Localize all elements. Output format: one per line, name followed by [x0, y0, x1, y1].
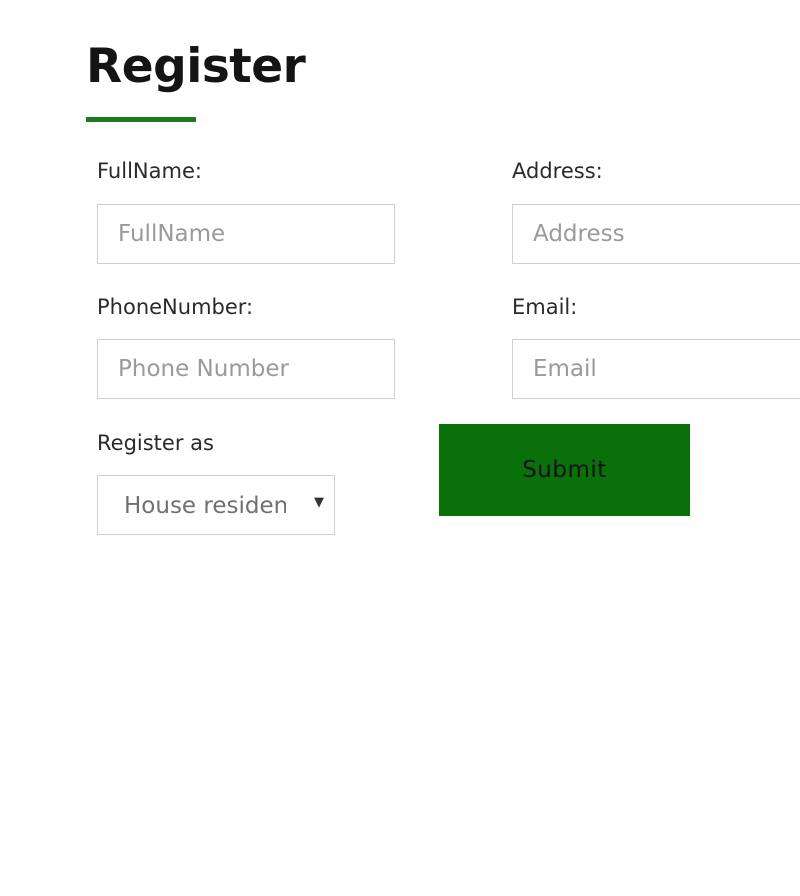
page-title: Register [86, 39, 306, 94]
register-as-selected-value: House resident [124, 493, 286, 519]
register-as-select[interactable]: House resident ▼ [97, 475, 335, 535]
submit-button[interactable]: Submit [439, 424, 690, 516]
fullname-input[interactable] [97, 204, 395, 264]
phone-number-input[interactable] [97, 339, 395, 399]
address-label: Address: [512, 159, 603, 183]
address-input[interactable] [512, 204, 800, 264]
chevron-down-icon: ▼ [314, 495, 324, 510]
email-input[interactable] [512, 339, 800, 399]
register-as-label: Register as [97, 431, 214, 455]
title-underline [86, 117, 196, 122]
email-label: Email: [512, 295, 578, 319]
fullname-label: FullName: [97, 159, 202, 183]
phone-number-label: PhoneNumber: [97, 295, 254, 319]
